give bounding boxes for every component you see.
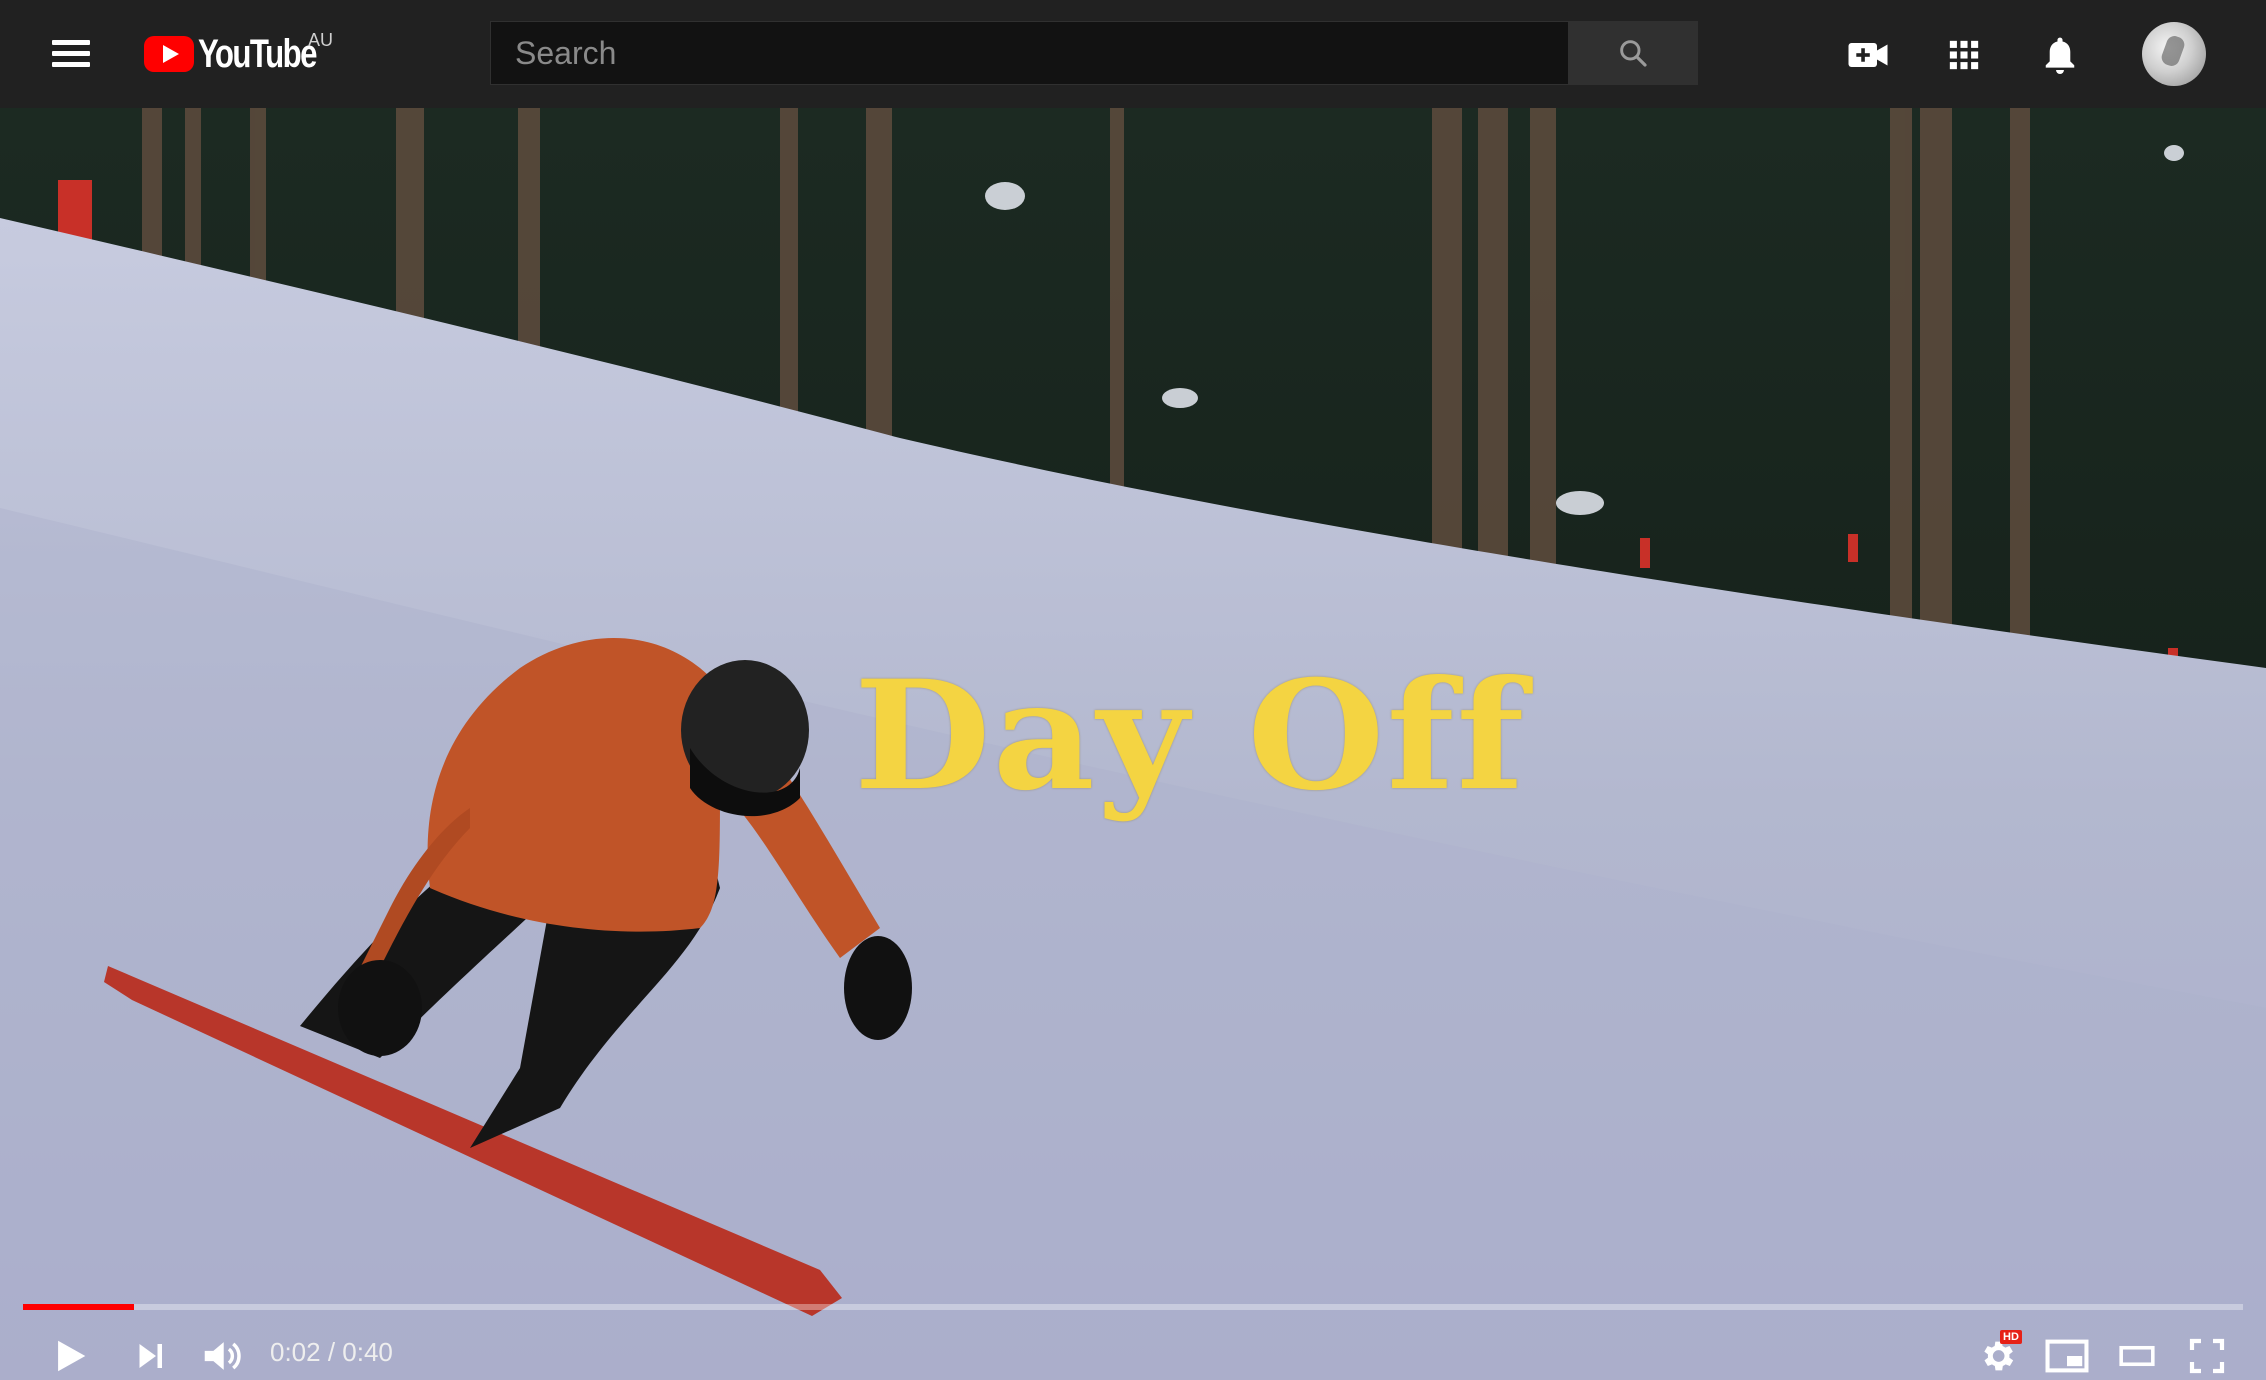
search-button[interactable]: [1568, 21, 1698, 85]
search-icon: [1620, 40, 1647, 67]
settings-button[interactable]: HD: [1970, 1326, 2024, 1380]
skip-next-icon: [139, 1344, 162, 1368]
time-display: 0:02 / 0:40: [270, 1337, 393, 1368]
play-logo-icon: [144, 36, 194, 72]
video-player[interactable]: Day Off 0:02 / 0:40 HD: [0, 108, 2266, 1380]
notifications-bell-icon[interactable]: [2035, 30, 2085, 80]
next-button[interactable]: [124, 1326, 176, 1380]
duration: 0:40: [342, 1337, 393, 1367]
fullscreen-icon: [2189, 1338, 2225, 1374]
play-icon: [58, 1340, 86, 1372]
progress-played: [23, 1304, 134, 1310]
time-separator: /: [320, 1337, 343, 1367]
volume-button[interactable]: [196, 1326, 248, 1380]
theater-mode-button[interactable]: [2110, 1326, 2164, 1380]
video-overlay-text: Day Off: [854, 648, 1527, 824]
play-button[interactable]: [44, 1326, 96, 1380]
progress-bar[interactable]: [23, 1304, 2243, 1310]
account-avatar[interactable]: [2142, 22, 2206, 86]
hd-badge: HD: [2000, 1330, 2022, 1344]
search-bar: [490, 21, 1698, 85]
menu-icon[interactable]: [44, 30, 100, 78]
current-time: 0:02: [270, 1337, 321, 1367]
masthead: YouTube AU: [0, 0, 2266, 108]
search-input[interactable]: [490, 21, 1568, 85]
miniplayer-button[interactable]: [2040, 1326, 2094, 1380]
apps-grid-icon[interactable]: [1939, 30, 1989, 80]
fullscreen-button[interactable]: [2180, 1326, 2234, 1380]
logo-text: YouTube: [198, 31, 317, 76]
region-label: AU: [308, 30, 334, 50]
create-video-icon[interactable]: [1843, 30, 1893, 80]
miniplayer-icon: [2045, 1339, 2089, 1373]
theater-mode-icon: [2119, 1345, 2155, 1367]
volume-icon: [204, 1342, 241, 1370]
